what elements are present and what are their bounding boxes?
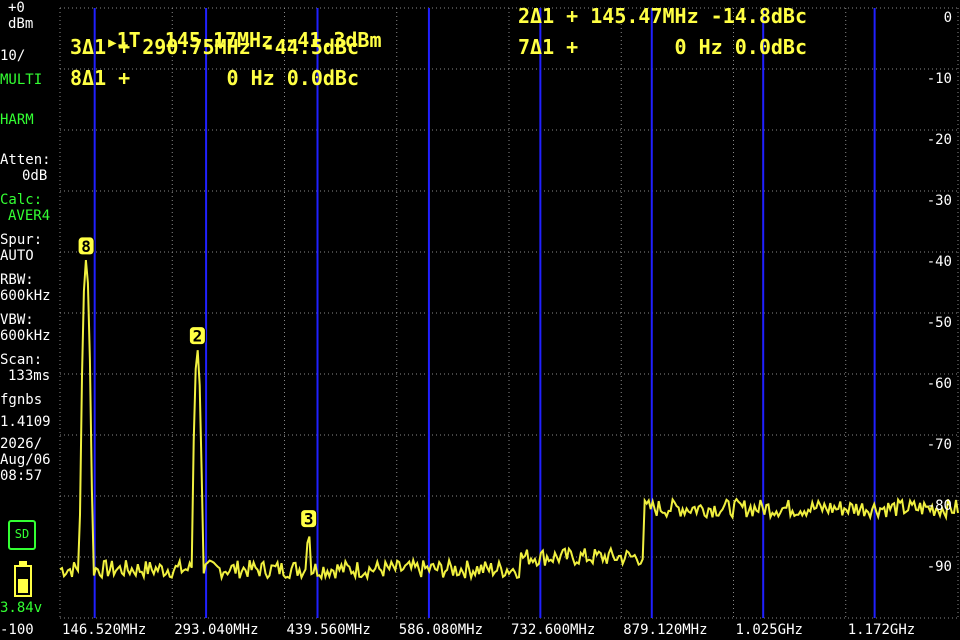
scan-label: Scan: (0, 352, 43, 368)
scan-value[interactable]: 133ms (8, 368, 50, 384)
y-tick-label: -50 (926, 315, 952, 331)
date-day: Aug/06 (0, 452, 51, 468)
y-tick-label: -70 (926, 437, 952, 453)
spectrum-trace (59, 260, 959, 582)
y-tick-label: -90 (926, 559, 952, 575)
y-tick-label: -30 (926, 193, 952, 209)
spectrum-plot: 8 2 3 (59, 7, 959, 619)
sd-label: SD (14, 527, 30, 541)
marker-7-readout[interactable]: 7Δ1 + 0 Hz 0.0dBc (518, 35, 807, 59)
fgnbs-label: fgnbs (0, 392, 43, 408)
trace-line (59, 260, 959, 582)
x-tick-label: 586.080MHz (398, 622, 484, 638)
clock-time: 08:57 (0, 468, 43, 484)
date-year: 2026/ (0, 436, 43, 452)
y-tick-label: -20 (926, 132, 952, 148)
x-tick-label: 439.560MHz (286, 622, 371, 638)
x-tick-label: 1.025GHz (735, 622, 803, 638)
y-tick-label: -60 (926, 376, 952, 392)
trace-marker-3: 3 (300, 509, 318, 529)
y-tick-label: -80 (926, 498, 952, 514)
marker-badge-label: 8 (81, 237, 91, 256)
battery-icon (14, 561, 32, 597)
trace-marker-2: 2 (188, 326, 206, 346)
spur-label: Spur: (0, 232, 43, 248)
bottom-ref-level: -100 (0, 622, 34, 638)
x-tick-label: 1.172GHz (847, 622, 916, 638)
marker-8-readout[interactable]: 8Δ1 + 0 Hz 0.0dBc (70, 66, 359, 90)
mode-multi[interactable]: MULTI (0, 72, 42, 88)
unit-label[interactable]: dBm (8, 16, 33, 32)
calc-value[interactable]: AVER4 (8, 208, 50, 224)
rbw-value[interactable]: 600kHz (0, 288, 51, 304)
atten-label: Atten: (0, 152, 51, 168)
vbw-value[interactable]: 600kHz (0, 328, 51, 344)
x-tick-label: 293.040MHz (174, 622, 259, 638)
calc-label: Calc: (0, 192, 43, 208)
spectrum-analyzer-screen: 823 ▶1T 145.17MHz -41.3dBm 2Δ1 + 145.47M… (0, 0, 960, 640)
atten-value[interactable]: 0dB (22, 168, 47, 184)
trace-marker-8: 8 (77, 236, 95, 256)
scale-label[interactable]: 10/ (0, 48, 25, 64)
y-tick-label: 0 (943, 10, 952, 26)
spur-value[interactable]: AUTO (0, 248, 34, 264)
ref-level[interactable]: +0 (8, 0, 25, 16)
mode-harm[interactable]: HARM (0, 112, 34, 128)
y-tick-label: -10 (926, 71, 952, 87)
vbw-label: VBW: (0, 312, 34, 328)
x-tick-label: 879.120MHz (623, 622, 708, 638)
marker-badge-label: 3 (304, 510, 314, 529)
x-tick-label: 732.600MHz (511, 622, 596, 638)
marker-3-readout[interactable]: 3Δ1 + 290.75MHz -44.5dBc (70, 35, 359, 59)
fgnbs-value: 1.4109 (0, 414, 51, 430)
x-tick-label: 146.520MHz (62, 622, 147, 638)
sd-card-icon[interactable]: SD (8, 520, 36, 550)
battery-voltage: 3.84v (0, 600, 43, 616)
marker-2-readout[interactable]: 2Δ1 + 145.47MHz -14.8dBc (518, 4, 807, 28)
graticule (59, 7, 959, 619)
y-tick-label: -40 (926, 254, 952, 270)
marker-badge-label: 2 (193, 327, 203, 346)
trace-markers: 8 2 3 (77, 236, 318, 529)
rbw-label: RBW: (0, 272, 34, 288)
